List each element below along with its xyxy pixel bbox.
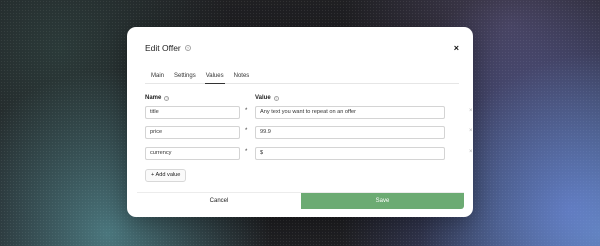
add-value-button[interactable]: + Add value: [145, 169, 187, 182]
tab-notes[interactable]: Notes: [233, 70, 251, 84]
value-column-label: Value: [255, 95, 271, 101]
remove-row-icon[interactable]: ×: [469, 149, 473, 155]
name-field[interactable]: price: [145, 126, 240, 139]
name-field[interactable]: currency: [145, 147, 240, 160]
cancel-button[interactable]: Cancel: [137, 193, 301, 209]
save-button[interactable]: Save: [301, 193, 464, 209]
remove-row-icon[interactable]: ×: [469, 128, 473, 134]
name-column-header: Name ?: [145, 95, 170, 101]
edit-offer-dialog: Edit Offer ? × Main Settings Values Note…: [127, 27, 473, 217]
help-icon[interactable]: ?: [273, 95, 279, 101]
title-wrap: Edit Offer ?: [145, 43, 191, 53]
dialog-title: Edit Offer: [145, 43, 181, 53]
help-icon[interactable]: ?: [184, 45, 191, 51]
required-marker: *: [245, 149, 248, 155]
remove-row-icon[interactable]: ×: [469, 108, 473, 114]
tab-bar: Main Settings Values Notes: [145, 70, 459, 84]
help-icon[interactable]: ?: [164, 95, 170, 101]
value-row: currency * $ ×: [145, 147, 473, 160]
dialog-header: Edit Offer ? ×: [145, 41, 459, 55]
required-marker: *: [245, 128, 248, 134]
value-field[interactable]: 99.9: [255, 126, 445, 139]
value-row: title * Any text you want to repeat on a…: [145, 106, 473, 119]
name-field[interactable]: title: [145, 106, 240, 119]
value-column-header: Value ?: [255, 95, 279, 101]
close-icon[interactable]: ×: [454, 43, 459, 53]
dialog-footer: Cancel Save: [137, 192, 464, 209]
value-field[interactable]: Any text you want to repeat on an offer: [255, 106, 445, 119]
tab-main[interactable]: Main: [150, 70, 165, 84]
value-field[interactable]: $: [255, 147, 445, 160]
name-column-label: Name: [145, 95, 162, 101]
value-row: price * 99.9 ×: [145, 126, 473, 139]
required-marker: *: [245, 108, 248, 114]
tab-settings[interactable]: Settings: [173, 70, 197, 84]
tab-values[interactable]: Values: [204, 70, 225, 84]
